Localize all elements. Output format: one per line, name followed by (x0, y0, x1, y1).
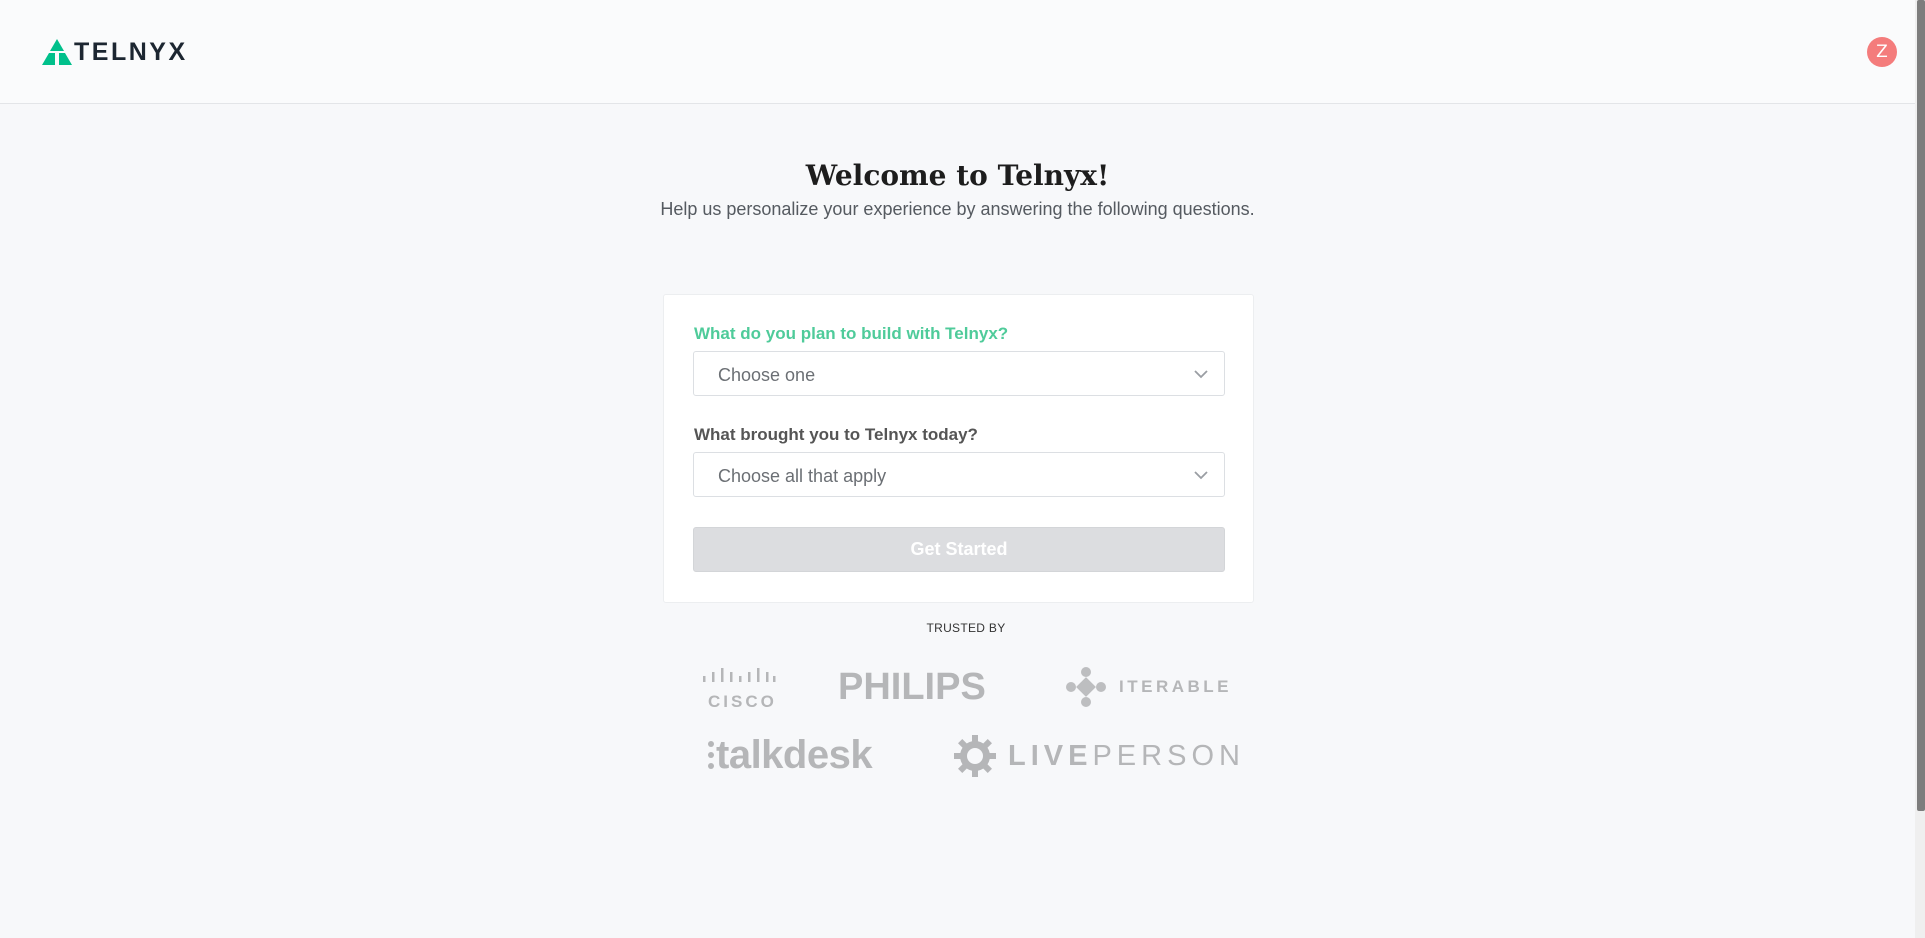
build-select[interactable]: Choose one (693, 351, 1225, 396)
telnyx-mark-icon (42, 39, 72, 65)
reason-question-label: What brought you to Telnyx today? (694, 425, 978, 444)
build-question-label: What do you plan to build with Telnyx? (694, 324, 1009, 343)
cisco-logo: CISCO (702, 667, 777, 712)
reason-select-placeholder: Choose all that apply (718, 466, 887, 486)
talkdesk-dots-icon (708, 741, 714, 769)
logo-text: TELNYX (74, 38, 188, 66)
iterable-logo: ITERABLE (1065, 666, 1232, 708)
telnyx-logo[interactable]: TELNYX (42, 38, 188, 66)
liveperson-wordmark-person: PERSON (1092, 740, 1245, 772)
chevron-down-icon (1194, 370, 1208, 379)
reason-select[interactable]: Choose all that apply (693, 452, 1225, 497)
trusted-by-heading: TRUSTED BY (926, 621, 1006, 635)
scrollbar-thumb[interactable] (1917, 0, 1925, 811)
philips-wordmark: PHILIPS (838, 666, 986, 708)
philips-logo: PHILIPS (838, 665, 986, 709)
onboarding-card: What do you plan to build with Telnyx? C… (663, 294, 1254, 603)
iterable-mark-icon (1066, 667, 1106, 707)
cisco-bars-icon (703, 668, 776, 682)
user-avatar[interactable]: Z (1867, 37, 1897, 67)
get-started-button[interactable]: Get Started (693, 527, 1225, 572)
liveperson-logo: LIVEPERSON (954, 735, 1245, 777)
liveperson-gear-icon (954, 735, 996, 777)
cisco-wordmark: CISCO (708, 692, 777, 711)
top-bar: TELNYX Z (0, 0, 1915, 104)
page-title: Welcome to Telnyx! (805, 159, 1110, 192)
liveperson-wordmark-live: LIVE (1008, 740, 1093, 772)
iterable-wordmark: ITERABLE (1119, 677, 1232, 696)
chevron-down-icon (1194, 471, 1208, 480)
talkdesk-logo: talkdesk (707, 733, 873, 777)
build-select-placeholder: Choose one (718, 365, 816, 385)
talkdesk-wordmark: talkdesk (716, 733, 873, 777)
page-subtitle: Help us personalize your experience by a… (660, 199, 1255, 219)
liveperson-wordmark: LIVEPERSON (1008, 740, 1245, 772)
